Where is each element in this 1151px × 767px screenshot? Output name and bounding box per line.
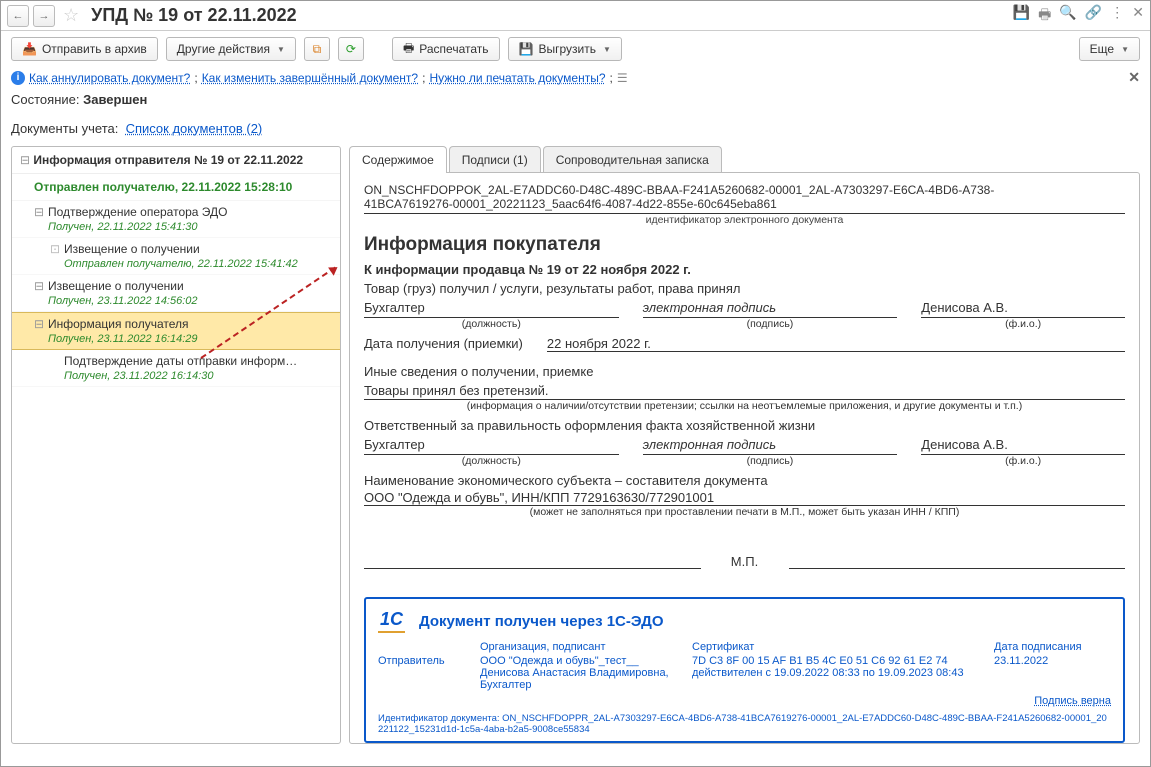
tree-item[interactable]: Извещение о получении Получен, 23.11.202… — [12, 275, 340, 312]
doc-id-caption: идентификатор электронного документа — [364, 213, 1125, 226]
other-actions-button[interactable]: Другие действия ▼ — [166, 37, 296, 61]
export-button[interactable]: 💾 Выгрузить ▼ — [508, 37, 622, 61]
help-link-annul[interactable]: Как аннулировать документ? — [29, 71, 190, 85]
print-icon[interactable]: 🖶 — [1038, 4, 1051, 28]
responsible-title: Ответственный за правильность оформления… — [364, 418, 1125, 433]
menu-dots-icon[interactable]: ⋮ — [1110, 4, 1124, 28]
tab-note[interactable]: Сопроводительная записка — [543, 146, 722, 173]
info-icon: i — [11, 71, 25, 85]
more-button[interactable]: Еще ▼ — [1079, 37, 1140, 61]
edo-signature-box: 1C Документ получен через 1С-ЭДО Организ… — [364, 597, 1125, 743]
other-info-label: Иные сведения о получении, приемке — [364, 364, 1125, 379]
tree-item-selected[interactable]: Информация получателя Получен, 23.11.202… — [12, 312, 340, 350]
state-value: Завершен — [83, 92, 147, 107]
tree-item[interactable]: Подтверждение даты отправки информ… Полу… — [12, 350, 340, 387]
mp-stamp: М.П. — [725, 554, 765, 569]
window-title: УПД № 19 от 22.11.2022 — [91, 5, 1009, 26]
tree-root-status: Отправлен получателю, 22.11.2022 15:28:1… — [12, 174, 340, 201]
zoom-icon[interactable]: 🔍 — [1059, 4, 1076, 28]
print-button[interactable]: 🖶 Распечатать — [392, 37, 500, 61]
chevron-down-icon: ▼ — [1121, 45, 1129, 54]
archive-button[interactable]: 📥 Отправить в архив — [11, 37, 158, 61]
tree-root[interactable]: Информация отправителя № 19 от 22.11.202… — [12, 147, 340, 174]
state-label: Состояние: — [11, 92, 79, 107]
help-link-edit[interactable]: Как изменить завершённый документ? — [202, 71, 418, 85]
seller-reference: К информации продавца № 19 от 22 ноября … — [364, 262, 1125, 277]
favorite-star-icon[interactable]: ☆ — [63, 5, 79, 26]
docs-list-link[interactable]: Список документов (2) — [126, 121, 263, 136]
other-info-value: Товары принял без претензий. — [364, 383, 1125, 398]
date-received-label: Дата получения (приемки) — [364, 336, 523, 352]
1c-logo: 1C — [378, 609, 405, 633]
document-content: ON_NSCHFDOPPOK_2AL-E7ADDC60-D48C-489C-BB… — [349, 172, 1140, 744]
econ-subject-label: Наименование экономического субъекта – с… — [364, 473, 1125, 488]
help-close-icon[interactable]: ✕ — [1128, 69, 1140, 86]
nav-back[interactable]: ← — [7, 5, 29, 27]
nav-forward[interactable]: → — [33, 5, 55, 27]
printer-icon: 🖶 — [403, 39, 414, 60]
tree-icon-button[interactable]: ⧉ — [304, 37, 330, 61]
archive-icon: 📥 — [22, 42, 37, 56]
chevron-down-icon: ▼ — [277, 45, 285, 54]
tab-signatures[interactable]: Подписи (1) — [449, 146, 541, 173]
link-icon[interactable]: 🔗 — [1085, 4, 1102, 28]
help-list-icon[interactable]: ☰ — [617, 71, 628, 85]
tree-item[interactable]: Подтверждение оператора ЭДО Получен, 22.… — [12, 201, 340, 238]
chevron-down-icon: ▼ — [603, 45, 611, 54]
docs-label: Документы учета: — [11, 121, 118, 136]
edo-title: Документ получен через 1С-ЭДО — [419, 613, 664, 630]
econ-subject-value: ООО "Одежда и обувь", ИНН/КПП 7729163630… — [364, 490, 1125, 505]
signature-valid-link[interactable]: Подпись верна — [378, 695, 1111, 707]
buyer-heading: Информация покупателя — [364, 234, 1125, 256]
date-received-value: 22 ноября 2022 г. — [547, 336, 1125, 351]
receive-title: Товар (груз) получил / услуги, результат… — [364, 281, 1125, 296]
refresh-button[interactable]: ⟳ — [338, 37, 364, 61]
close-window-icon[interactable]: ✕ — [1132, 4, 1144, 28]
edo-doc-id: Идентификатор документа: ON_NSCHFDOPPR_2… — [378, 713, 1111, 735]
tab-content[interactable]: Содержимое — [349, 146, 447, 173]
save-icon[interactable]: 💾 — [1013, 4, 1030, 28]
export-icon: 💾 — [519, 42, 534, 56]
tree-item[interactable]: Извещение о получении Отправлен получате… — [12, 238, 340, 275]
messages-tree: Информация отправителя № 19 от 22.11.202… — [11, 146, 341, 744]
doc-id: ON_NSCHFDOPPOK_2AL-E7ADDC60-D48C-489C-BB… — [364, 183, 1125, 211]
help-link-print[interactable]: Нужно ли печатать документы? — [429, 71, 605, 85]
